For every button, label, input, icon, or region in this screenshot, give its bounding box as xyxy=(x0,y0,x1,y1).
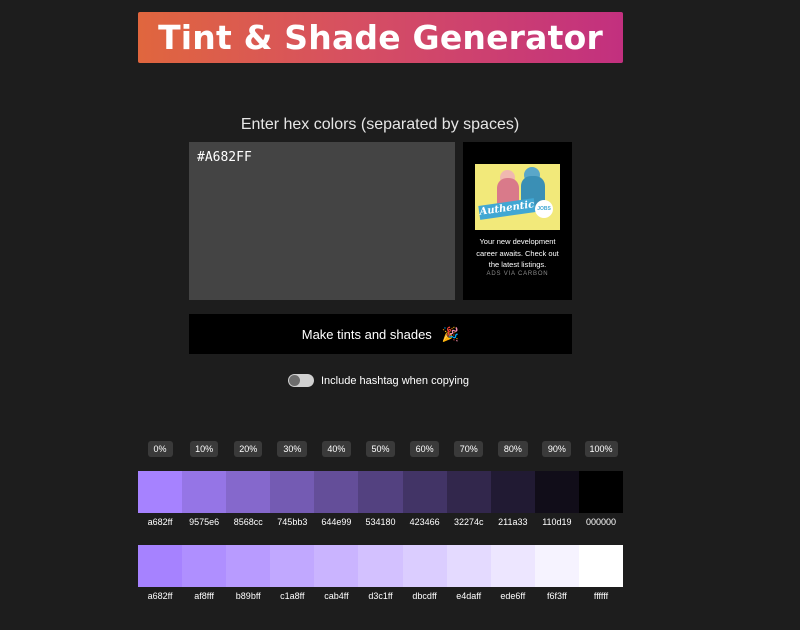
shade-swatch[interactable] xyxy=(270,471,315,513)
shade-hex-label[interactable]: a682ff xyxy=(138,517,182,527)
shade-hex-label[interactable]: 644e99 xyxy=(314,517,358,527)
input-prompt: Enter hex colors (separated by spaces) xyxy=(240,116,520,133)
make-tints-shades-button[interactable]: Make tints and shades 🎉 xyxy=(189,314,572,354)
hashtag-toggle[interactable] xyxy=(288,374,314,387)
tint-hex-label[interactable]: b89bff xyxy=(226,591,270,601)
ad-image-badge: JOBS xyxy=(535,200,553,218)
shade-swatch[interactable] xyxy=(446,471,491,513)
title-banner: Tint & Shade Generator xyxy=(138,12,623,63)
page-title: Tint & Shade Generator xyxy=(158,18,603,57)
tints-row xyxy=(138,545,624,587)
tint-swatch[interactable] xyxy=(314,545,359,587)
tints-hex-labels: a682ff af8fff b89bff c1a8ff cab4ff d3c1ff dbcd… xyxy=(138,591,623,601)
shade-swatch[interactable] xyxy=(358,471,403,513)
tint-swatch[interactable] xyxy=(490,545,535,587)
percentage-label: 90% xyxy=(542,441,572,457)
shade-swatch[interactable] xyxy=(490,471,535,513)
shade-hex-label[interactable]: 534180 xyxy=(358,517,402,527)
shade-hex-label[interactable]: 110d19 xyxy=(535,517,579,527)
tint-hex-label[interactable]: dbcdff xyxy=(403,591,447,601)
percentage-label: 30% xyxy=(277,441,308,457)
shade-swatch[interactable] xyxy=(402,471,447,513)
shade-hex-label[interactable]: 423466 xyxy=(403,517,447,527)
ad-via-link[interactable]: ADS VIA CARBON xyxy=(463,271,572,277)
toggle-knob xyxy=(289,375,300,386)
tint-hex-label[interactable]: af8fff xyxy=(182,591,226,601)
shade-hex-label[interactable]: 745bb3 xyxy=(270,517,314,527)
tint-swatch[interactable] xyxy=(578,545,624,587)
shade-swatch[interactable] xyxy=(578,471,624,513)
tint-hex-label[interactable]: f6f3ff xyxy=(535,591,579,601)
percentage-label: 50% xyxy=(366,441,396,457)
tint-hex-label[interactable]: e4daff xyxy=(447,591,491,601)
shade-swatch[interactable] xyxy=(314,471,359,513)
tint-swatch[interactable] xyxy=(402,545,447,587)
shades-hex-labels: a682ff 9575e6 8568cc 745bb3 644e99 534180 4234… xyxy=(138,517,623,527)
tint-swatch[interactable] xyxy=(138,545,183,587)
tint-hex-label[interactable]: ede6ff xyxy=(491,591,535,601)
hashtag-toggle-row[interactable]: Include hashtag when copying xyxy=(288,373,469,388)
percentage-label: 70% xyxy=(454,441,484,457)
shade-hex-label[interactable]: 9575e6 xyxy=(182,517,226,527)
tint-swatch[interactable] xyxy=(446,545,491,587)
ad-image[interactable]: Authentic JOBS xyxy=(475,164,560,230)
tint-hex-label[interactable]: c1a8ff xyxy=(270,591,314,601)
percentage-label: 60% xyxy=(410,441,440,457)
shade-hex-label[interactable]: 211a33 xyxy=(491,517,535,527)
tint-swatch[interactable] xyxy=(270,545,315,587)
tint-swatch[interactable] xyxy=(358,545,403,587)
shade-hex-label[interactable]: 000000 xyxy=(579,517,623,527)
tint-hex-label[interactable]: a682ff xyxy=(138,591,182,601)
ad-text[interactable]: Your new development career awaits. Chec… xyxy=(471,236,564,271)
shade-swatch[interactable] xyxy=(534,471,579,513)
ad-image-sign: Authentic xyxy=(478,198,536,220)
percentage-label: 0% xyxy=(147,441,173,457)
tint-hex-label[interactable]: d3c1ff xyxy=(358,591,402,601)
tint-swatch[interactable] xyxy=(226,545,271,587)
shade-swatch[interactable] xyxy=(138,471,183,513)
tint-swatch[interactable] xyxy=(534,545,579,587)
carbon-ad[interactable]: Authentic JOBS Your new development care… xyxy=(463,142,572,300)
shade-hex-label[interactable]: 8568cc xyxy=(226,517,270,527)
tint-hex-label[interactable]: ffffff xyxy=(579,591,623,601)
percentage-label: 20% xyxy=(234,441,263,457)
percentage-label: 10% xyxy=(190,441,219,457)
shades-row xyxy=(138,471,624,513)
percentage-label: 40% xyxy=(321,441,351,457)
percentage-label: 100% xyxy=(584,441,618,457)
hex-colors-input[interactable] xyxy=(189,142,455,300)
hashtag-toggle-label: Include hashtag when copying xyxy=(321,374,469,387)
party-popper-icon: 🎉 xyxy=(441,325,460,342)
shade-hex-label[interactable]: 32274c xyxy=(447,517,491,527)
percentage-label: 80% xyxy=(497,441,528,457)
tint-hex-label[interactable]: cab4ff xyxy=(314,591,358,601)
shade-swatch[interactable] xyxy=(182,471,227,513)
tint-swatch[interactable] xyxy=(182,545,227,587)
shade-swatch[interactable] xyxy=(226,471,271,513)
make-button-label: Make tints and shades xyxy=(301,326,432,342)
